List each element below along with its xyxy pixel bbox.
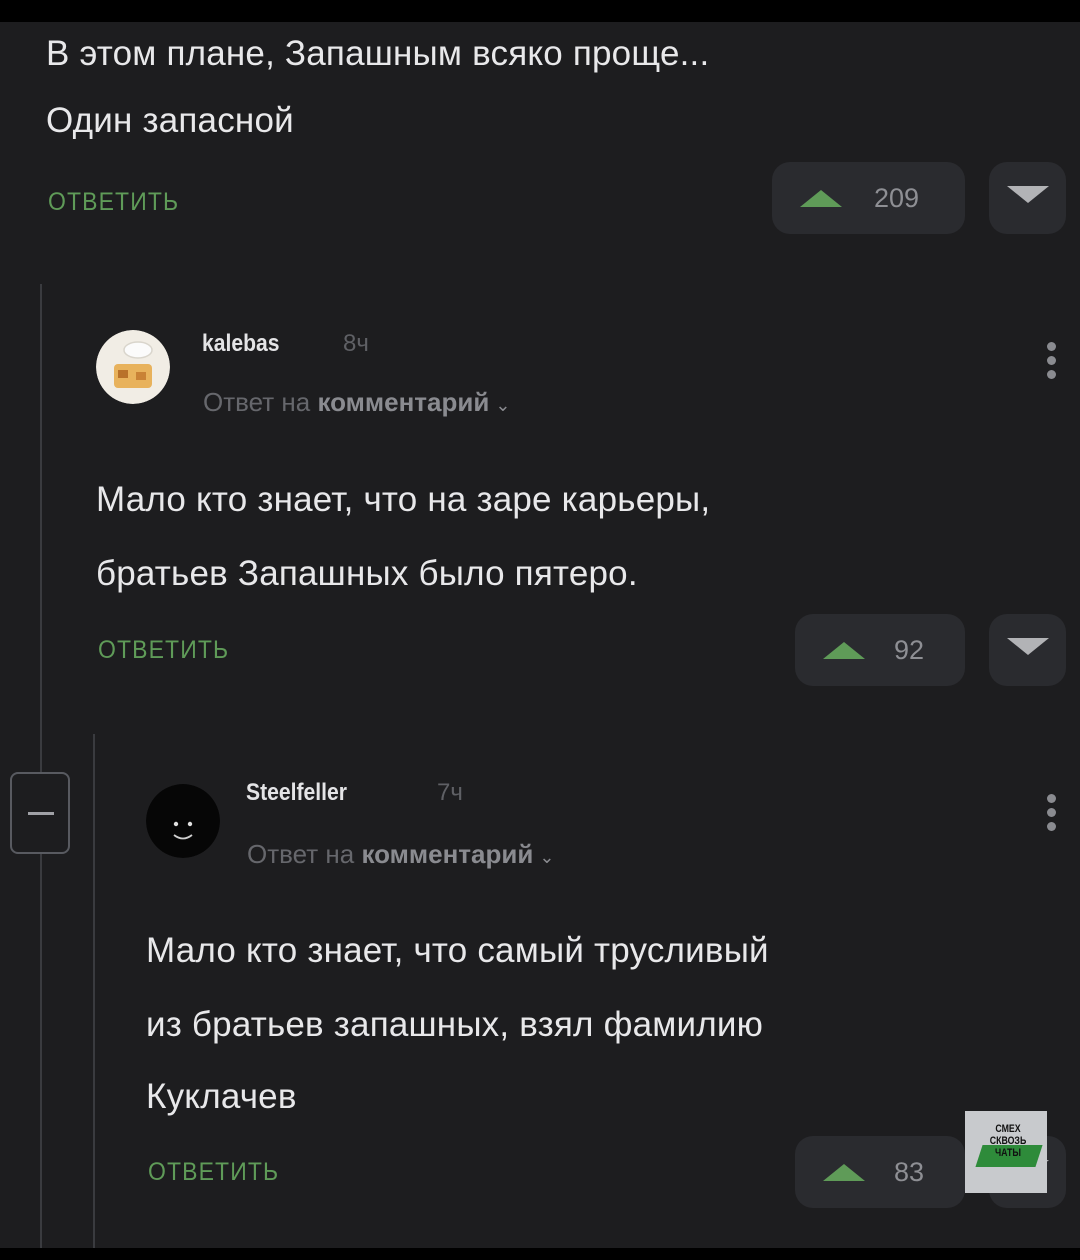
collapse-thread-button[interactable] bbox=[10, 772, 70, 854]
chevron-down-icon: ⌄ bbox=[495, 395, 511, 415]
chevron-down-icon: ⌄ bbox=[539, 847, 555, 867]
upvote-icon bbox=[800, 190, 842, 207]
username-kalebas[interactable]: kalebas bbox=[202, 329, 280, 359]
reply-target: комментарий bbox=[361, 839, 534, 869]
reply-context-kalebas[interactable]: Ответ на комментарий ⌄ bbox=[203, 386, 510, 421]
comments-screen: В этом плане, Запашным всяко проще... Од… bbox=[0, 22, 1080, 1248]
kalebas-downvote-button[interactable] bbox=[989, 614, 1066, 686]
reply-context-steelfeller[interactable]: Ответ на комментарий ⌄ bbox=[247, 838, 554, 873]
upvote-icon bbox=[823, 642, 865, 659]
upvote-icon bbox=[823, 1164, 865, 1181]
downvote-icon bbox=[1007, 638, 1049, 655]
kalebas-upvote-count: 92 bbox=[894, 635, 925, 665]
root-upvote-button[interactable]: 209 bbox=[772, 162, 965, 234]
more-icon[interactable] bbox=[1047, 794, 1057, 836]
kalebas-upvote-button[interactable]: 92 bbox=[795, 614, 965, 686]
steelfeller-upvote-button[interactable]: 83 bbox=[795, 1136, 965, 1208]
more-icon[interactable] bbox=[1047, 342, 1057, 384]
root-comment-text-line1: В этом плане, Запашным всяко проще... bbox=[46, 34, 710, 73]
avatar-steelfeller[interactable] bbox=[146, 784, 220, 858]
reply-prefix: Ответ на bbox=[247, 839, 355, 869]
avatar-kalebas-image bbox=[96, 330, 170, 404]
collapse-icon bbox=[28, 812, 54, 815]
reply-prefix: Ответ на bbox=[203, 387, 311, 417]
reply-target: комментарий bbox=[317, 387, 490, 417]
kalebas-text-line2: братьев Запашных было пятеро. bbox=[96, 554, 638, 593]
root-downvote-button[interactable] bbox=[989, 162, 1066, 234]
steelfeller-upvote-count: 83 bbox=[894, 1157, 925, 1187]
watermark-text: СМЕХ СКВОЗЬ ЧАТЫ bbox=[989, 1123, 1027, 1159]
username-steelfeller[interactable]: Steelfeller bbox=[246, 778, 347, 808]
avatar-steelfeller-image bbox=[146, 784, 220, 858]
kalebas-text-line1: Мало кто знает, что на заре карьеры, bbox=[96, 480, 711, 519]
time-steelfeller: 7ч bbox=[437, 779, 463, 806]
steelfeller-text-line3: Куклачев bbox=[146, 1077, 297, 1116]
kalebas-reply-link[interactable]: ОТВЕТИТЬ bbox=[98, 636, 229, 665]
watermark-logo: СМЕХ СКВОЗЬ ЧАТЫ bbox=[965, 1111, 1047, 1193]
root-comment-text-line2: Один запасной bbox=[46, 101, 294, 140]
steelfeller-reply-link[interactable]: ОТВЕТИТЬ bbox=[148, 1158, 279, 1187]
avatar-kalebas[interactable] bbox=[96, 330, 170, 404]
time-kalebas: 8ч bbox=[343, 330, 369, 357]
steelfeller-text-line2: из братьев запашных, взял фамилию bbox=[146, 1005, 764, 1044]
thread-line-level1[interactable] bbox=[40, 284, 42, 1248]
root-upvote-count: 209 bbox=[874, 183, 920, 213]
downvote-icon bbox=[1007, 186, 1049, 203]
root-reply-link[interactable]: ОТВЕТИТЬ bbox=[48, 188, 179, 217]
steelfeller-text-line1: Мало кто знает, что самый трусливый bbox=[146, 931, 769, 970]
thread-line-level2[interactable] bbox=[93, 734, 95, 1248]
